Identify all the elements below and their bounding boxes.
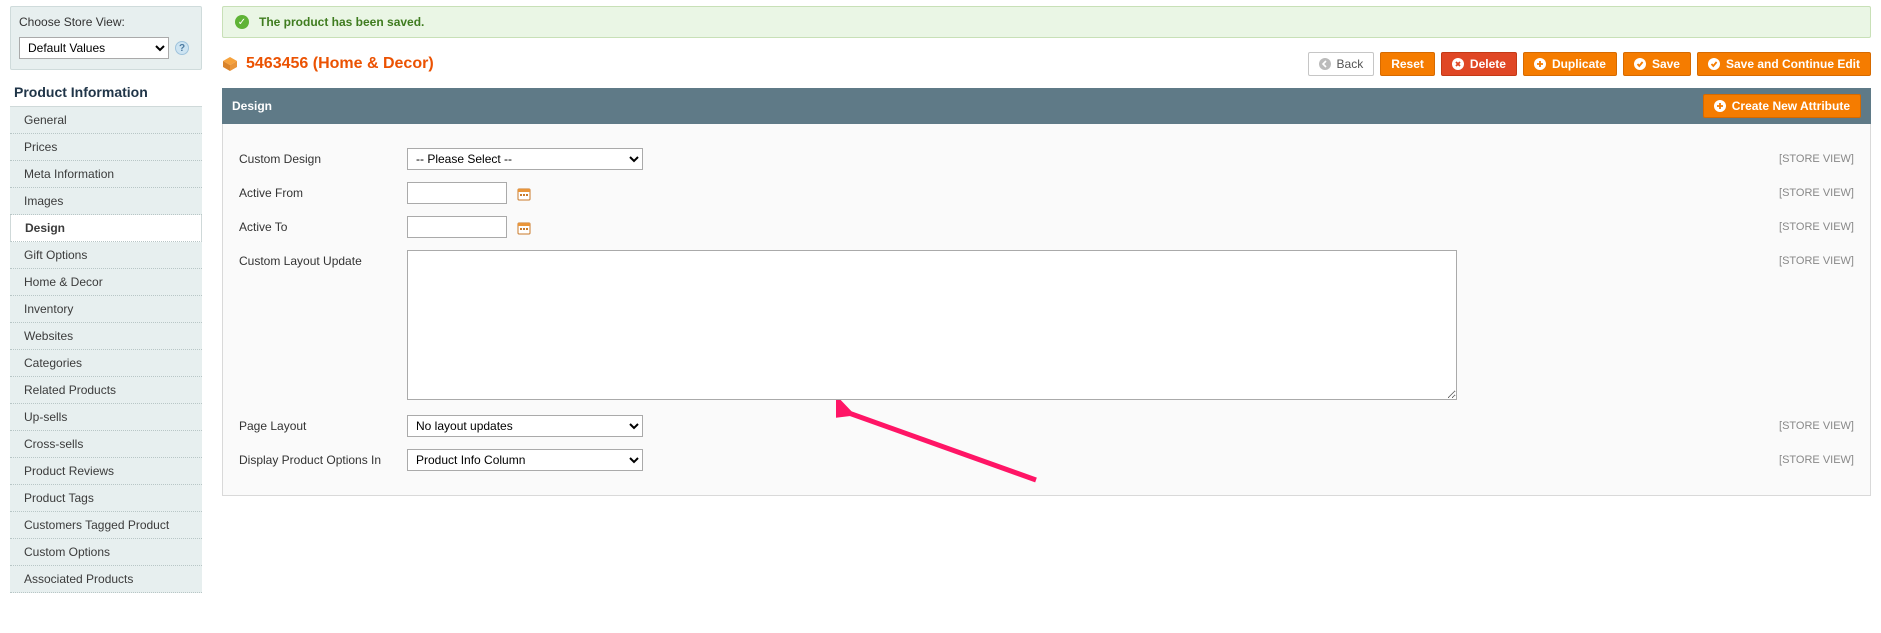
delete-icon (1452, 58, 1464, 70)
save-continue-button[interactable]: Save and Continue Edit (1697, 52, 1871, 76)
store-view-label: Choose Store View: (19, 15, 193, 29)
panel-title: Design (232, 99, 272, 113)
success-message-text: The product has been saved. (259, 15, 424, 29)
sidebar-title: Product Information (14, 84, 198, 100)
row-active-from: Active From [STORE VIEW] (239, 176, 1854, 210)
label-custom-layout-update: Custom Layout Update (239, 250, 407, 268)
save-button-label: Save (1652, 57, 1680, 71)
scope-display-product-options: [STORE VIEW] (1764, 449, 1854, 466)
label-page-layout: Page Layout (239, 415, 407, 433)
row-custom-design: Custom Design -- Please Select -- [STORE… (239, 142, 1854, 176)
row-display-product-options: Display Product Options In Product Info … (239, 443, 1854, 477)
scope-active-to: [STORE VIEW] (1764, 216, 1854, 233)
create-new-attribute-label: Create New Attribute (1732, 99, 1850, 113)
duplicate-button-label: Duplicate (1552, 57, 1606, 71)
back-button[interactable]: Back (1308, 52, 1375, 76)
save-continue-button-label: Save and Continue Edit (1726, 57, 1860, 71)
product-cube-icon (222, 56, 238, 72)
active-to-input[interactable] (407, 216, 507, 238)
tab-up-sells[interactable]: Up-sells (10, 404, 202, 431)
tab-gift-options[interactable]: Gift Options (10, 242, 202, 269)
back-button-label: Back (1337, 57, 1364, 71)
design-panel: Design Create New Attribute Custom Desig… (222, 88, 1871, 496)
success-message: ✓ The product has been saved. (222, 6, 1871, 38)
tab-meta-information[interactable]: Meta Information (10, 161, 202, 188)
action-buttons: Back Reset Delete Duplicate Save (1308, 52, 1871, 76)
sidebar: Choose Store View: Default Values ? Prod… (10, 6, 202, 593)
custom-design-select[interactable]: -- Please Select -- (407, 148, 643, 170)
panel-body: Custom Design -- Please Select -- [STORE… (222, 124, 1871, 496)
store-view-select[interactable]: Default Values (19, 37, 169, 59)
tab-general[interactable]: General (10, 107, 202, 134)
tab-design[interactable]: Design (10, 215, 202, 242)
scope-custom-layout-update: [STORE VIEW] (1764, 250, 1854, 267)
active-from-input[interactable] (407, 182, 507, 204)
delete-button-label: Delete (1470, 57, 1506, 71)
page-title-row: 5463456 (Home & Decor) Back Reset Delete… (222, 52, 1871, 76)
label-active-from: Active From (239, 182, 407, 200)
tab-images[interactable]: Images (10, 188, 202, 215)
save-continue-check-icon (1708, 58, 1720, 70)
store-view-block: Choose Store View: Default Values ? (10, 6, 202, 70)
panel-header: Design Create New Attribute (222, 88, 1871, 124)
scope-active-from: [STORE VIEW] (1764, 182, 1854, 199)
tab-inventory[interactable]: Inventory (10, 296, 202, 323)
tab-related-products[interactable]: Related Products (10, 377, 202, 404)
row-active-to: Active To [STORE VIEW] (239, 210, 1854, 244)
custom-layout-update-textarea[interactable] (407, 250, 1457, 400)
tab-cross-sells[interactable]: Cross-sells (10, 431, 202, 458)
row-custom-layout-update: Custom Layout Update [STORE VIEW] (239, 244, 1854, 409)
calendar-icon[interactable] (516, 186, 532, 202)
tab-product-tags[interactable]: Product Tags (10, 485, 202, 512)
tab-customers-tagged-product[interactable]: Customers Tagged Product (10, 512, 202, 539)
tab-product-reviews[interactable]: Product Reviews (10, 458, 202, 485)
main-content: ✓ The product has been saved. 5463456 (H… (202, 6, 1881, 593)
page-layout-select[interactable]: No layout updates (407, 415, 643, 437)
tab-websites[interactable]: Websites (10, 323, 202, 350)
label-custom-design: Custom Design (239, 148, 407, 166)
success-check-icon: ✓ (235, 15, 249, 29)
help-icon[interactable]: ? (175, 41, 189, 55)
save-button[interactable]: Save (1623, 52, 1691, 76)
product-title: 5463456 (Home & Decor) (246, 55, 434, 73)
tab-custom-options[interactable]: Custom Options (10, 539, 202, 566)
tab-prices[interactable]: Prices (10, 134, 202, 161)
label-display-product-options: Display Product Options In (239, 449, 407, 467)
duplicate-plus-icon (1534, 58, 1546, 70)
scope-page-layout: [STORE VIEW] (1764, 415, 1854, 432)
label-active-to: Active To (239, 216, 407, 234)
reset-button[interactable]: Reset (1380, 52, 1435, 76)
duplicate-button[interactable]: Duplicate (1523, 52, 1617, 76)
tab-home-decor[interactable]: Home & Decor (10, 269, 202, 296)
delete-button[interactable]: Delete (1441, 52, 1517, 76)
display-product-options-select[interactable]: Product Info Column (407, 449, 643, 471)
calendar-icon[interactable] (516, 220, 532, 236)
sidebar-tabs: General Prices Meta Information Images D… (10, 106, 202, 593)
row-page-layout: Page Layout No layout updates [STORE VIE… (239, 409, 1854, 443)
save-check-icon (1634, 58, 1646, 70)
back-arrow-icon (1319, 58, 1331, 70)
tab-categories[interactable]: Categories (10, 350, 202, 377)
scope-custom-design: [STORE VIEW] (1764, 148, 1854, 165)
create-plus-icon (1714, 100, 1726, 112)
reset-button-label: Reset (1391, 57, 1424, 71)
create-new-attribute-button[interactable]: Create New Attribute (1703, 94, 1861, 118)
tab-associated-products[interactable]: Associated Products (10, 566, 202, 593)
